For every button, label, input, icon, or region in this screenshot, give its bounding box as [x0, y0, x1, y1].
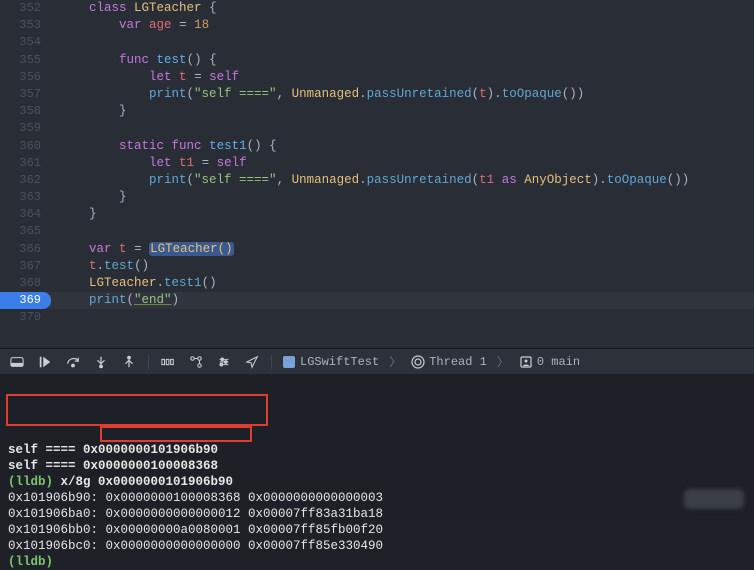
line-number[interactable]: 355 [0, 52, 55, 69]
code-content: print("end") [55, 292, 179, 309]
target-label: LGSwiftTest [300, 355, 379, 369]
continue-icon[interactable] [36, 353, 54, 371]
line-number[interactable]: 359 [0, 120, 55, 137]
code-line[interactable]: 360 static func test1() { [0, 138, 754, 155]
step-into-icon[interactable] [92, 353, 110, 371]
code-line[interactable]: 368 LGTeacher.test1() [0, 275, 754, 292]
line-number[interactable]: 358 [0, 103, 55, 120]
frame-icon [519, 355, 533, 369]
frame-crumb[interactable]: 0 main [519, 355, 580, 369]
console-line: (lldb) x/8g 0x0000000101906b90 [8, 474, 746, 490]
code-line[interactable]: 366 var t = LGTeacher() [0, 241, 754, 258]
code-content: } [55, 189, 127, 206]
step-over-icon[interactable] [64, 353, 82, 371]
thread-icon [411, 355, 425, 369]
chevron-right-icon: 〉 [389, 353, 401, 370]
debug-console[interactable]: self ==== 0x0000000101906b90self ==== 0x… [0, 374, 754, 521]
code-content: print("self ====", Unmanaged.passUnretai… [55, 86, 584, 103]
toolbar-separator [271, 355, 272, 369]
code-line[interactable]: 362 print("self ====", Unmanaged.passUnr… [0, 172, 754, 189]
code-line[interactable]: 358 } [0, 103, 754, 120]
code-line[interactable]: 365 [0, 223, 754, 240]
code-content: static func test1() { [55, 138, 277, 155]
code-content [55, 34, 59, 51]
code-content: let t = self [55, 69, 239, 86]
code-line[interactable]: 352 class LGTeacher { [0, 0, 754, 17]
console-line: 0x101906bb0: 0x00000000a0080001 0x00007f… [8, 522, 746, 538]
frame-label: 0 main [537, 355, 580, 369]
app-icon [282, 355, 296, 369]
toolbar-separator [148, 355, 149, 369]
code-line[interactable]: 353 var age = 18 [0, 17, 754, 34]
code-line[interactable]: 363 } [0, 189, 754, 206]
code-content: var t = LGTeacher() [55, 241, 234, 258]
code-line[interactable]: 356 let t = self [0, 69, 754, 86]
console-line: 0x101906ba0: 0x0000000000000012 0x00007f… [8, 506, 746, 522]
line-number[interactable]: 370 [0, 309, 55, 326]
location-icon[interactable] [243, 353, 261, 371]
code-editor[interactable]: 352 class LGTeacher {353 var age = 18354… [0, 0, 754, 348]
thread-label: Thread 1 [429, 355, 487, 369]
line-number[interactable]: 357 [0, 86, 55, 103]
line-number[interactable]: 360 [0, 138, 55, 155]
code-content [55, 223, 59, 240]
code-content [55, 309, 59, 326]
view-hierarchy-icon[interactable] [187, 353, 205, 371]
code-line[interactable]: 359 [0, 120, 754, 137]
code-content: } [55, 206, 97, 223]
line-number[interactable]: 361 [0, 155, 55, 172]
line-number[interactable]: 363 [0, 189, 55, 206]
line-number[interactable]: 362 [0, 172, 55, 189]
watermark [684, 489, 744, 509]
step-out-icon[interactable] [120, 353, 138, 371]
code-line[interactable]: 369 print("end") [0, 292, 754, 309]
breakpoint-gutter[interactable]: 369 [0, 292, 51, 309]
code-content: print("self ====", Unmanaged.passUnretai… [55, 172, 689, 189]
code-content: class LGTeacher { [55, 0, 217, 17]
line-number[interactable]: 352 [0, 0, 55, 17]
code-line[interactable]: 361 let t1 = self [0, 155, 754, 172]
console-line: (lldb) [8, 554, 746, 570]
annotation-box [6, 394, 268, 426]
line-number[interactable]: 368 [0, 275, 55, 292]
line-number[interactable]: 364 [0, 206, 55, 223]
environment-overrides-icon[interactable] [215, 353, 233, 371]
console-line: self ==== 0x0000000100008368 [8, 458, 746, 474]
code-content: t.test() [55, 258, 149, 275]
code-line[interactable]: 355 func test() { [0, 52, 754, 69]
chevron-right-icon: 〉 [497, 353, 509, 370]
target-crumb[interactable]: LGSwiftTest [282, 355, 379, 369]
line-number[interactable]: 353 [0, 17, 55, 34]
hide-debug-area-icon[interactable] [8, 353, 26, 371]
console-line: 0x101906bc0: 0x0000000000000000 0x00007f… [8, 538, 746, 554]
code-line[interactable]: 364 } [0, 206, 754, 223]
line-number[interactable]: 367 [0, 258, 55, 275]
console-line: self ==== 0x0000000101906b90 [8, 442, 746, 458]
code-content: let t1 = self [55, 155, 247, 172]
code-line[interactable]: 370 [0, 309, 754, 326]
code-line[interactable]: 357 print("self ====", Unmanaged.passUnr… [0, 86, 754, 103]
code-line[interactable]: 367 t.test() [0, 258, 754, 275]
annotation-box [100, 426, 252, 442]
debug-toolbar: LGSwiftTest 〉 Thread 1 〉 0 main [0, 348, 754, 374]
code-content [55, 120, 59, 137]
line-number[interactable]: 365 [0, 223, 55, 240]
line-number[interactable]: 366 [0, 241, 55, 258]
code-content: var age = 18 [55, 17, 209, 34]
thread-crumb[interactable]: Thread 1 [411, 355, 487, 369]
console-line: 0x101906b90: 0x0000000100008368 0x000000… [8, 490, 746, 506]
memory-graph-icon[interactable] [159, 353, 177, 371]
line-number[interactable]: 354 [0, 34, 55, 51]
code-content: func test() { [55, 52, 217, 69]
code-line[interactable]: 354 [0, 34, 754, 51]
line-number[interactable]: 356 [0, 69, 55, 86]
code-content: } [55, 103, 127, 120]
code-content: LGTeacher.test1() [55, 275, 217, 292]
